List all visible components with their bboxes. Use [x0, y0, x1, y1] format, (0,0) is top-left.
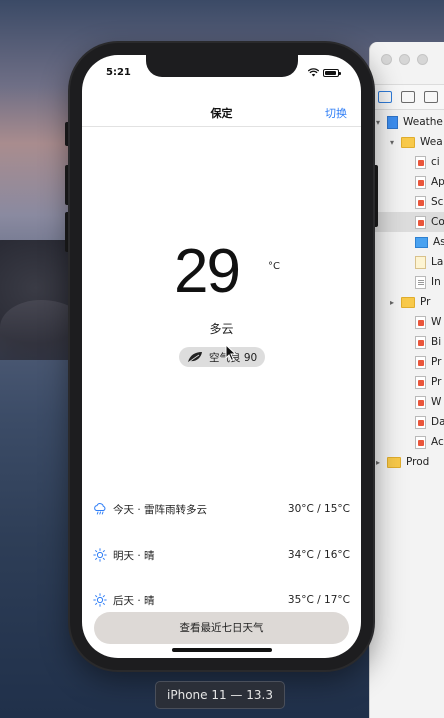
file-tree-label: Sc: [431, 196, 444, 208]
switch-city-button[interactable]: 切换: [325, 105, 347, 121]
device-notch: [146, 55, 298, 77]
disclosure-triangle-icon[interactable]: ▾: [390, 138, 398, 147]
forecast-label-tomorrow: 明天 · 晴: [113, 549, 155, 562]
zoom-window-button[interactable]: [417, 54, 428, 65]
file-icon: [415, 236, 428, 248]
file-tree-item[interactable]: La: [370, 252, 444, 272]
forecast-range-tomorrow: 34°C / 16°C: [287, 549, 350, 561]
sun-icon: [93, 593, 107, 607]
file-tree-label: Pr: [431, 376, 442, 388]
wifi-icon: [308, 68, 319, 77]
file-tree-item[interactable]: W: [370, 312, 444, 332]
file-tree-item[interactable]: Da: [370, 412, 444, 432]
folder-icon: [401, 296, 415, 308]
file-tree-item[interactable]: ▸ Pr: [370, 292, 444, 312]
weather-condition: 多云: [209, 322, 234, 336]
source-control-navigator-icon[interactable]: [401, 91, 415, 103]
file-icon: [415, 195, 426, 209]
status-time: 5:21: [106, 67, 131, 78]
forecast-row-day-after: 后天 · 晴 35°C / 17°C: [93, 590, 350, 610]
file-tree-label: Ap: [431, 176, 444, 188]
home-indicator[interactable]: [172, 648, 272, 652]
file-tree-label: ci: [431, 156, 440, 168]
city-title: 保定: [210, 107, 233, 120]
file-icon: [415, 335, 426, 349]
file-icon: [415, 415, 426, 429]
project-file-tree: ▾ Weathe ▾ Wea ci Ap Sc Co As La In ▸ Pr W Bi Pr Pr W Da Ac…: [370, 112, 444, 472]
file-icon: [415, 315, 426, 329]
file-tree-label: Ac: [431, 436, 444, 448]
leaf-icon: [188, 352, 202, 363]
current-temperature: 29: [174, 237, 241, 306]
file-tree-item[interactable]: Ac: [370, 432, 444, 452]
file-tree-item[interactable]: ▾ Weathe: [370, 112, 444, 132]
file-tree-item[interactable]: Bi: [370, 332, 444, 352]
file-tree-label: La: [431, 256, 444, 268]
file-tree-label: Pr: [420, 296, 431, 308]
project-navigator-icon[interactable]: [378, 91, 392, 103]
temperature-unit: °C: [268, 261, 280, 272]
file-tree-label: Pr: [431, 356, 442, 368]
status-icons: [308, 68, 341, 77]
file-tree-label: Co: [431, 216, 444, 228]
folder-icon: [387, 456, 401, 468]
file-tree-item[interactable]: Ap: [370, 172, 444, 192]
file-tree-label: Bi: [431, 336, 442, 348]
xcode-window: ▾ Weathe ▾ Wea ci Ap Sc Co As La In ▸ Pr W Bi Pr Pr W Da Ac…: [369, 42, 444, 718]
file-tree-item[interactable]: In: [370, 272, 444, 292]
file-tree-label: Prod: [406, 456, 430, 468]
file-icon: [415, 215, 426, 229]
file-icon: [415, 375, 426, 389]
file-tree-item[interactable]: ci: [370, 152, 444, 172]
file-tree-label: W: [431, 396, 442, 408]
file-icon: [415, 435, 426, 449]
forecast-label-today: 今天 · 雷阵雨转多云: [113, 503, 208, 516]
folder-icon: [401, 136, 415, 148]
forecast-range-day-after: 35°C / 17°C: [287, 594, 350, 606]
file-tree-item[interactable]: ▸ Prod: [370, 452, 444, 472]
file-icon: [415, 395, 426, 409]
close-window-button[interactable]: [381, 54, 392, 65]
file-tree-item[interactable]: ▾ Wea: [370, 132, 444, 152]
file-icon: [415, 355, 426, 369]
file-tree-label: Wea: [420, 136, 443, 148]
file-icon: [415, 255, 426, 269]
iphone-simulator: 5:21 保定 切换 29 °C 多云 空气良 90 今天 · 雷阵雨转多云 3…: [70, 43, 373, 670]
file-icon: [415, 275, 426, 289]
disclosure-triangle-icon[interactable]: ▸: [390, 298, 398, 307]
air-quality-badge[interactable]: 空气良 90: [179, 347, 265, 367]
file-icon: [415, 155, 426, 169]
app-screen: 5:21 保定 切换 29 °C 多云 空气良 90 今天 · 雷阵雨转多云 3…: [82, 55, 361, 658]
sun-icon: [93, 548, 107, 562]
battery-icon: [323, 68, 341, 77]
file-tree-item[interactable]: As: [370, 232, 444, 252]
file-tree-label: W: [431, 316, 442, 328]
file-tree-label: Da: [431, 416, 444, 428]
file-tree-item[interactable]: Pr: [370, 352, 444, 372]
file-tree-label: In: [431, 276, 441, 288]
file-tree-item[interactable]: Pr: [370, 372, 444, 392]
file-tree-item[interactable]: Co: [370, 212, 444, 232]
file-tree-item[interactable]: Sc: [370, 192, 444, 212]
window-traffic-lights: [381, 54, 428, 65]
symbol-navigator-icon[interactable]: [424, 91, 438, 103]
file-tree-item[interactable]: W: [370, 392, 444, 412]
file-tree-label: As: [433, 236, 444, 248]
navigator-toolbar: [370, 84, 444, 110]
forecast-range-today: 30°C / 15°C: [287, 503, 350, 515]
forecast-row-today: 今天 · 雷阵雨转多云 30°C / 15°C: [93, 499, 350, 519]
simulator-device-label: iPhone 11 — 13.3: [155, 681, 285, 709]
disclosure-triangle-icon[interactable]: ▾: [376, 118, 384, 127]
project-icon: [387, 115, 398, 129]
forecast-row-tomorrow: 明天 · 晴 34°C / 16°C: [93, 545, 350, 565]
forecast-label-day-after: 后天 · 晴: [113, 594, 155, 607]
cloud-rain-icon: [94, 503, 106, 515]
disclosure-triangle-icon[interactable]: ▸: [376, 458, 384, 467]
minimize-window-button[interactable]: [399, 54, 410, 65]
navigation-bar: 保定 切换: [82, 99, 361, 127]
file-icon: [415, 175, 426, 189]
file-tree-label: Weathe: [403, 116, 443, 128]
view-seven-day-button[interactable]: 查看最近七日天气: [94, 612, 349, 644]
mouse-pointer-icon: [225, 344, 237, 362]
